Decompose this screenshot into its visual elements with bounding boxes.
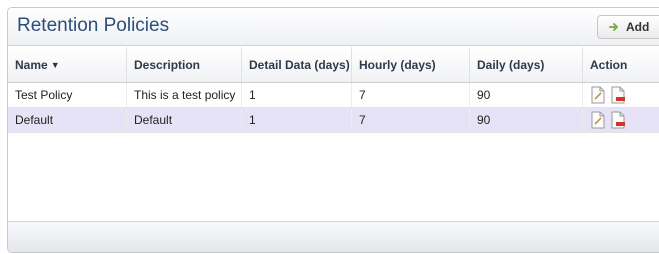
sort-desc-icon: ▼ (50, 59, 60, 70)
cell-detail: 1 (242, 83, 352, 107)
delete-icon[interactable] (610, 111, 626, 129)
cell-hourly: 7 (352, 108, 470, 132)
table-row[interactable]: Test Policy This is a test policy 1 7 90 (8, 83, 659, 108)
panel-header: Retention Policies Add (8, 8, 659, 46)
cell-detail: 1 (242, 108, 352, 132)
cell-daily: 90 (470, 83, 583, 107)
delete-icon[interactable] (610, 86, 626, 104)
cell-actions (583, 83, 659, 107)
add-icon (608, 21, 620, 33)
add-button[interactable]: Add (597, 15, 659, 39)
edit-icon[interactable] (590, 86, 606, 104)
table-header: Name ▼ Description Detail Data (days) Ho… (8, 47, 659, 83)
column-header-action: Action (590, 57, 628, 72)
cell-daily: 90 (470, 108, 583, 132)
column-header-hourly[interactable]: Hourly (days) (352, 47, 470, 82)
table-row[interactable]: Default Default 1 7 90 (8, 108, 659, 133)
policies-table: Name ▼ Description Detail Data (days) Ho… (8, 47, 659, 243)
column-header-detail-data[interactable]: Detail Data (days) (242, 47, 352, 82)
edit-icon[interactable] (590, 111, 606, 129)
cell-actions (583, 108, 659, 132)
add-button-label: Add (626, 20, 650, 34)
cell-name: Default (8, 108, 127, 132)
column-header-daily[interactable]: Daily (days) (470, 47, 583, 82)
panel-footer (8, 221, 659, 252)
cell-description: Default (127, 108, 242, 132)
column-header-description[interactable]: Description (127, 47, 242, 82)
cell-hourly: 7 (352, 83, 470, 107)
cell-description: This is a test policy (127, 83, 242, 107)
retention-policies-panel: Retention Policies Add Name ▼ Descriptio… (7, 7, 659, 253)
panel-title: Retention Policies (17, 15, 170, 36)
cell-name: Test Policy (8, 83, 127, 107)
column-header-name[interactable]: Name ▼ (8, 47, 127, 82)
